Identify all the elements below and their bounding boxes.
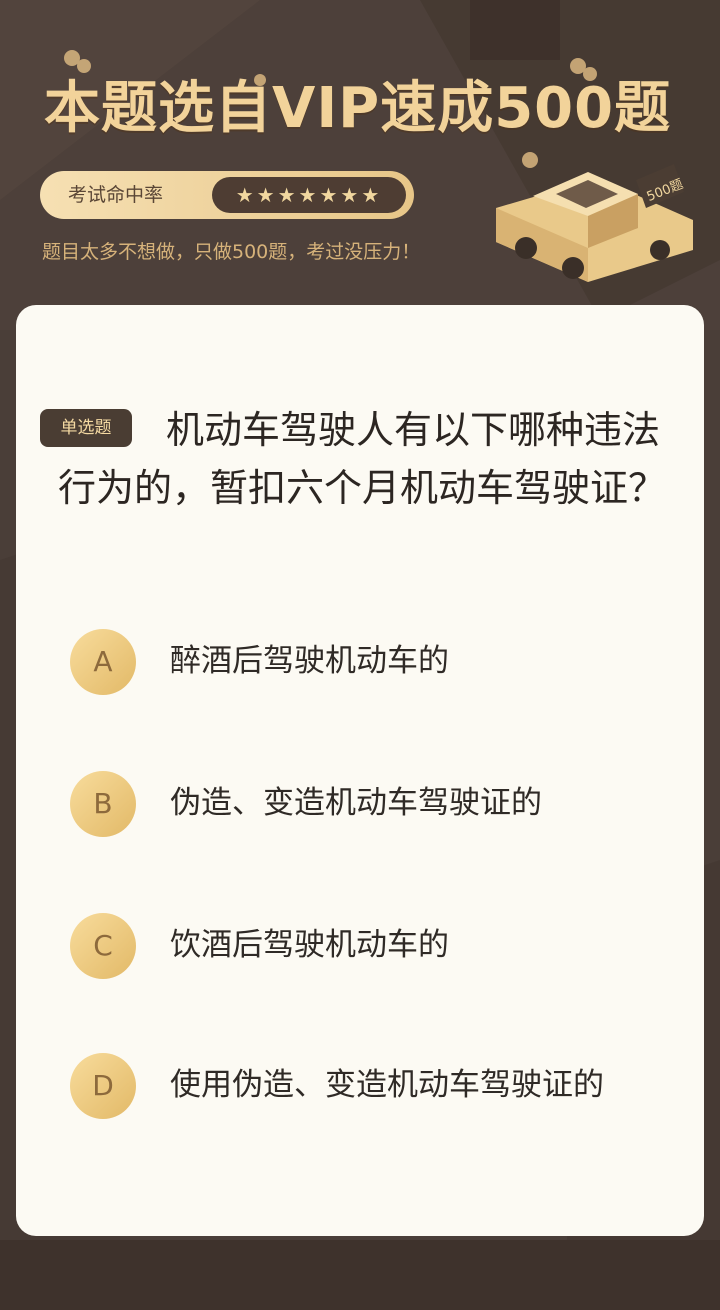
hit-rate-badge: 考试命中率 ★★★★★★★ xyxy=(40,171,414,219)
option-letter-circle: D xyxy=(70,1053,136,1119)
option-label: 醉酒后驾驶机动车的 xyxy=(170,643,449,679)
option-c[interactable]: C 饮酒后驾驶机动车的 xyxy=(70,913,650,979)
option-d[interactable]: D 使用伪造、变造机动车驾驶证的 xyxy=(70,1053,650,1119)
option-letter-circle: A xyxy=(70,629,136,695)
option-a[interactable]: A 醉酒后驾驶机动车的 xyxy=(70,629,650,695)
option-letter-circle: C xyxy=(70,913,136,979)
option-label: 使用伪造、变造机动车驾驶证的 xyxy=(170,1067,604,1103)
question-text: 机动车驾驶人有以下哪种违法行为的，暂扣六个月机动车驾驶证？ xyxy=(58,401,668,517)
option-letter-circle: B xyxy=(70,771,136,837)
option-b[interactable]: B 伪造、变造机动车驾驶证的 xyxy=(70,771,650,837)
hit-rate-label: 考试命中率 xyxy=(68,184,164,206)
car-illustration-icon: 500题 xyxy=(496,164,693,282)
star-rating-icon: ★★★★★★★ xyxy=(212,177,406,213)
promo-subtitle: 题目太多不想做，只做500题，考过没压力！ xyxy=(42,241,421,263)
question-card: 单选题 机动车驾驶人有以下哪种违法行为的，暂扣六个月机动车驾驶证？ A 醉酒后驾… xyxy=(16,305,704,1236)
option-label: 伪造、变造机动车驾驶证的 xyxy=(170,785,542,821)
promo-header: 本题选自VIP速成500题 考试命中率 ★★★★★★★ 题目太多不想做，只做50… xyxy=(0,0,720,310)
question-text-content: 机动车驾驶人有以下哪种违法行为的，暂扣六个月机动车驾驶证？ xyxy=(58,408,667,510)
promo-headline: 本题选自VIP速成500题 xyxy=(44,76,672,141)
option-label: 饮酒后驾驶机动车的 xyxy=(170,927,449,963)
